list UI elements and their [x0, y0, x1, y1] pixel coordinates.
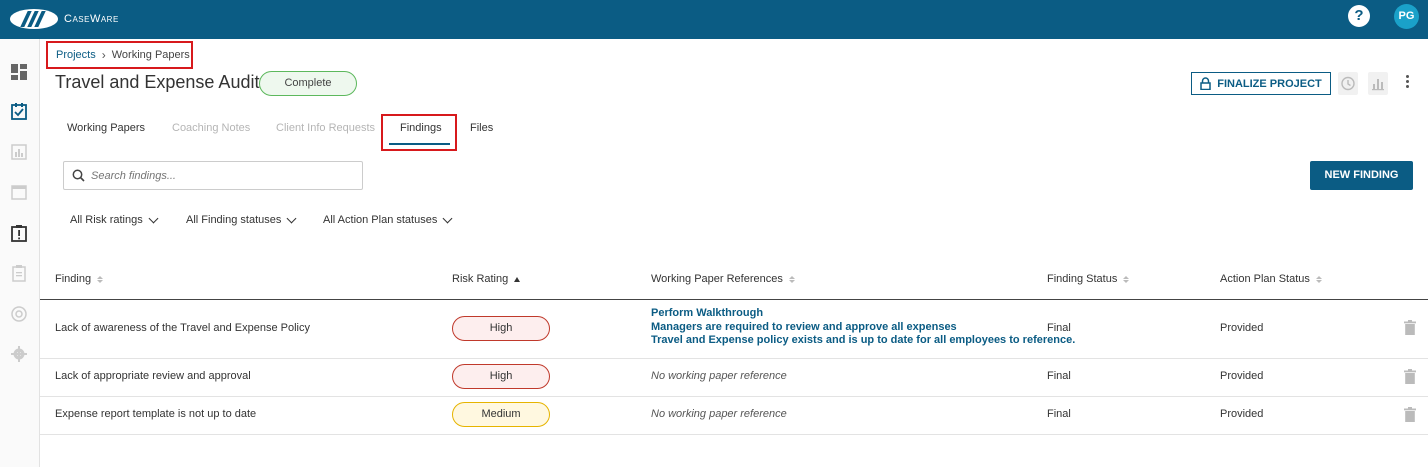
- column-header-label: Finding: [55, 273, 92, 285]
- breadcrumb-current: Working Papers: [111, 49, 190, 61]
- finalize-project-button[interactable]: FINALIZE PROJECT: [1191, 72, 1331, 95]
- tab-findings[interactable]: Findings: [400, 122, 442, 134]
- new-finding-button[interactable]: NEW FINDING: [1310, 161, 1413, 190]
- sort-ascending-icon: [514, 276, 521, 282]
- table-header-divider: [40, 299, 1428, 300]
- support-icon[interactable]: [10, 305, 28, 323]
- risk-rating-filter[interactable]: All Risk ratings: [70, 213, 159, 226]
- page-title: Travel and Expense Audit: [55, 72, 260, 92]
- more-options-icon[interactable]: [1406, 75, 1410, 91]
- sort-icon: [97, 275, 104, 283]
- chevron-down-icon: [286, 213, 297, 223]
- search-box[interactable]: [63, 161, 363, 190]
- sort-icon: [1315, 275, 1322, 283]
- action-plan-status-cell: Provided: [1220, 370, 1264, 382]
- column-header-label: Working Paper References: [651, 273, 783, 285]
- caseware-logo[interactable]: CaseWare: [10, 8, 119, 30]
- column-header-label: Finding Status: [1047, 273, 1118, 285]
- findings-icon[interactable]: [10, 224, 28, 242]
- analytics-button[interactable]: [1368, 72, 1388, 95]
- tab-client-info-requests[interactable]: Client Info Requests: [276, 122, 375, 134]
- column-header-working-paper-references[interactable]: Working Paper References: [651, 273, 795, 285]
- side-nav: [0, 39, 40, 467]
- row-divider: [40, 358, 1428, 359]
- settings-gear-icon[interactable]: [10, 345, 28, 363]
- help-icon[interactable]: ?: [1348, 5, 1370, 27]
- chevron-down-icon: [442, 213, 453, 223]
- trash-icon[interactable]: [1404, 320, 1416, 335]
- active-tab-indicator: [389, 143, 450, 145]
- risk-badge-medium: Medium: [452, 402, 550, 427]
- clock-icon: [1341, 76, 1355, 91]
- chevron-right-icon: ›: [101, 48, 106, 62]
- chevron-down-icon: [148, 213, 159, 223]
- bar-chart-icon: [1372, 79, 1384, 91]
- action-plan-status-filter-label: All Action Plan statuses: [323, 214, 438, 226]
- calendar-icon[interactable]: [10, 183, 28, 201]
- trash-icon[interactable]: [1404, 369, 1416, 384]
- column-header-risk-rating[interactable]: Risk Rating: [452, 273, 521, 285]
- dashboard-icon[interactable]: [10, 63, 28, 81]
- search-icon: [72, 169, 85, 182]
- tab-working-papers[interactable]: Working Papers: [67, 122, 145, 134]
- reference-link[interactable]: Perform Walkthrough: [651, 307, 1075, 321]
- finding-cell[interactable]: Lack of appropriate review and approval: [55, 370, 251, 382]
- avatar[interactable]: PG: [1394, 4, 1419, 29]
- reference-link[interactable]: Managers are required to review and appr…: [651, 321, 1075, 335]
- checklist-icon[interactable]: [10, 102, 28, 120]
- no-reference-text: No working paper reference: [651, 408, 787, 420]
- status-badge: Complete: [259, 71, 357, 96]
- logo-mark-icon: [10, 9, 58, 29]
- finding-cell[interactable]: Lack of awareness of the Travel and Expe…: [55, 322, 310, 334]
- top-bar: CaseWare ? PG: [0, 0, 1428, 39]
- column-header-label: Action Plan Status: [1220, 273, 1310, 285]
- action-plan-status-cell: Provided: [1220, 322, 1264, 334]
- reference-list: Perform Walkthrough Managers are require…: [651, 307, 1075, 348]
- clipboard-icon[interactable]: [10, 264, 28, 282]
- sort-icon: [1123, 275, 1130, 283]
- column-header-label: Risk Rating: [452, 273, 509, 285]
- brand-name: CaseWare: [64, 13, 119, 25]
- sort-icon: [788, 275, 795, 283]
- risk-badge-high: High: [452, 364, 550, 389]
- action-plan-status-cell: Provided: [1220, 408, 1264, 420]
- finding-status-cell: Final: [1047, 322, 1071, 334]
- column-header-finding[interactable]: Finding: [55, 273, 104, 285]
- row-divider: [40, 396, 1428, 397]
- finding-status-cell: Final: [1047, 408, 1071, 420]
- breadcrumb: Projects › Working Papers: [46, 41, 193, 69]
- tab-coaching-notes[interactable]: Coaching Notes: [172, 122, 250, 134]
- finding-cell[interactable]: Expense report template is not up to dat…: [55, 408, 256, 420]
- lock-icon: [1200, 77, 1211, 90]
- column-header-action-plan-status[interactable]: Action Plan Status: [1220, 273, 1322, 285]
- risk-rating-filter-label: All Risk ratings: [70, 214, 143, 226]
- trash-icon[interactable]: [1404, 407, 1416, 422]
- reports-icon[interactable]: [10, 143, 28, 161]
- finding-status-filter-label: All Finding statuses: [186, 214, 282, 226]
- risk-badge-high: High: [452, 316, 550, 341]
- search-input[interactable]: [91, 169, 351, 182]
- finding-status-cell: Final: [1047, 370, 1071, 382]
- column-header-finding-status[interactable]: Finding Status: [1047, 273, 1130, 285]
- finding-status-filter[interactable]: All Finding statuses: [186, 213, 297, 226]
- reference-link[interactable]: Travel and Expense policy exists and is …: [651, 334, 1075, 348]
- action-plan-status-filter[interactable]: All Action Plan statuses: [323, 213, 453, 226]
- history-button[interactable]: [1338, 72, 1358, 95]
- tab-files[interactable]: Files: [470, 122, 493, 134]
- finalize-project-label: FINALIZE PROJECT: [1217, 77, 1322, 90]
- row-divider: [40, 434, 1428, 435]
- no-reference-text: No working paper reference: [651, 370, 787, 382]
- breadcrumb-projects-link[interactable]: Projects: [56, 49, 96, 61]
